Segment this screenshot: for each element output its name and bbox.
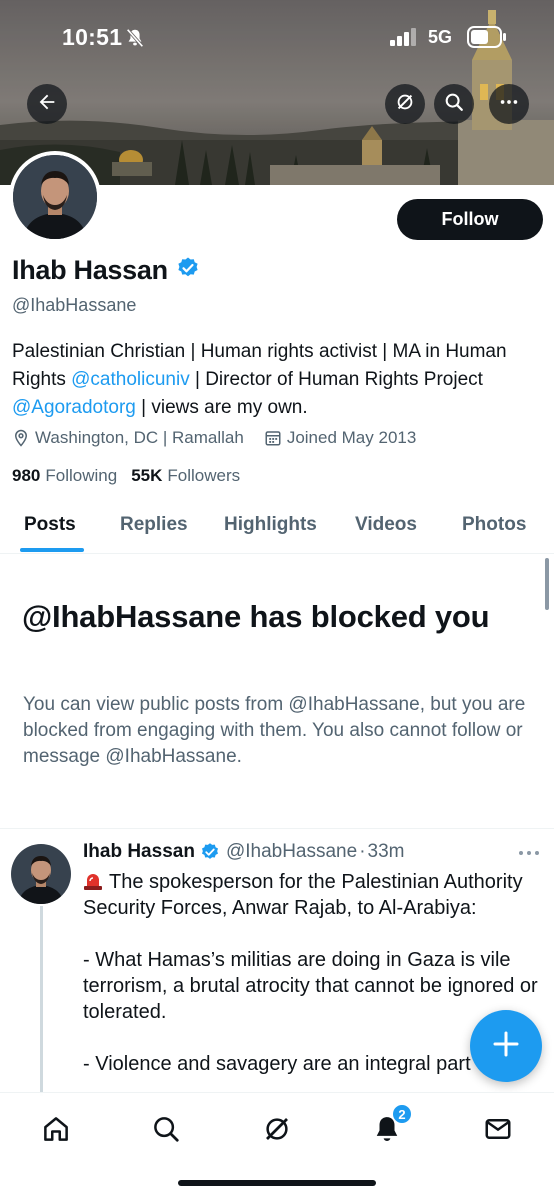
search-icon: [151, 1114, 181, 1149]
tweet-line: - What Hamas’s militias are doing in Gaz…: [83, 949, 538, 1023]
tab-videos[interactable]: Videos: [355, 514, 417, 536]
profile-location: Washington, DC | Ramallah: [35, 428, 244, 447]
tweet-separator: ·: [359, 841, 366, 862]
following-label: Following: [45, 466, 118, 485]
verified-badge-icon[interactable]: [176, 256, 200, 285]
tweet-author-avatar[interactable]: [11, 844, 71, 904]
display-name: Ihab Hassan: [12, 255, 168, 285]
siren-emoji-icon: [83, 871, 103, 890]
grok-icon: [394, 91, 416, 118]
tweet-author-name[interactable]: Ihab Hassan: [83, 841, 195, 863]
followers-link[interactable]: 55K Followers: [131, 466, 240, 486]
bio-mention-link[interactable]: @Agoradotorg: [12, 397, 136, 418]
search-icon: [443, 91, 465, 118]
blocked-description: You can view public posts from @IhabHass…: [23, 694, 526, 767]
tab-posts[interactable]: Posts: [24, 514, 76, 536]
nav-home[interactable]: [36, 1111, 76, 1151]
more-horizontal-icon: [498, 91, 520, 118]
tweet-line: The spokesperson for the Palestinian Aut…: [83, 869, 538, 921]
profile-joined: Joined May 2013: [286, 428, 417, 447]
followers-label: Followers: [167, 466, 241, 485]
divider: [0, 828, 554, 829]
avatar: [11, 844, 71, 904]
bio-text: | views are my own.: [135, 397, 308, 418]
home-indicator[interactable]: [178, 1180, 376, 1186]
thread-line: [40, 906, 43, 1096]
follow-button[interactable]: Follow: [397, 199, 543, 240]
location-icon: [12, 429, 30, 447]
battery-icon: [467, 26, 507, 53]
home-icon: [41, 1114, 71, 1149]
more-button[interactable]: [489, 84, 529, 124]
tweet-header: Ihab Hassan @IhabHassane · 33m: [83, 841, 405, 863]
follow-stats: 980 Following 55K Followers: [12, 466, 240, 486]
nav-messages[interactable]: [478, 1111, 518, 1151]
arrow-left-icon: [36, 91, 58, 118]
following-link[interactable]: 980 Following: [12, 466, 117, 486]
avatar: [13, 155, 97, 239]
tweet-time[interactable]: 33m: [368, 841, 405, 863]
following-count: 980: [12, 466, 41, 485]
search-button[interactable]: [434, 84, 474, 124]
verified-badge-icon: [200, 842, 220, 862]
bio-mention-link[interactable]: @catholicuniv: [71, 369, 190, 390]
calendar-icon: [264, 429, 282, 447]
blocked-title: @IhabHassane has blocked you: [22, 599, 490, 634]
bio-text: | Director of Human Rights Project: [189, 369, 483, 390]
profile-meta: Washington, DC | Ramallah Joined May 201…: [12, 428, 416, 448]
tweet-line: [83, 921, 538, 947]
profile-tabs: Posts Replies Highlights Videos Photos: [0, 500, 554, 554]
mail-icon: [483, 1114, 513, 1149]
network-type: 5G: [428, 27, 453, 47]
more-horizontal-icon[interactable]: [518, 846, 540, 865]
scrollbar[interactable]: [545, 558, 549, 610]
tab-highlights[interactable]: Highlights: [224, 514, 317, 536]
active-tab-indicator: [20, 548, 84, 552]
nav-search[interactable]: [146, 1111, 186, 1151]
bell-off-icon: [124, 27, 146, 54]
signal-icon: [390, 28, 418, 51]
nav-grok[interactable]: [257, 1111, 297, 1151]
profile-bio: Palestinian Christian | Human rights act…: [12, 338, 542, 422]
status-time: 10:51: [62, 24, 123, 50]
status-bar: 10:51 5G: [0, 0, 554, 80]
grok-button[interactable]: [385, 84, 425, 124]
notification-badge: 2: [392, 1104, 412, 1124]
profile-avatar[interactable]: [9, 151, 101, 243]
grok-icon: [262, 1114, 292, 1149]
tab-replies[interactable]: Replies: [120, 514, 188, 536]
back-button[interactable]: [27, 84, 67, 124]
profile-name-row: Ihab Hassan: [12, 255, 200, 286]
plus-icon: [491, 1029, 521, 1064]
profile-handle: @IhabHassane: [12, 295, 137, 315]
tweet-line-text: The spokesperson for the Palestinian Aut…: [83, 871, 523, 919]
followers-count: 55K: [131, 466, 163, 485]
profile-banner: 10:51 5G: [0, 0, 554, 185]
tweet-author-handle[interactable]: @IhabHassane: [226, 841, 357, 863]
tab-photos[interactable]: Photos: [462, 514, 526, 536]
tweet-line: - Violence and savagery are an integral …: [83, 1053, 493, 1075]
compose-button[interactable]: [470, 1010, 542, 1082]
